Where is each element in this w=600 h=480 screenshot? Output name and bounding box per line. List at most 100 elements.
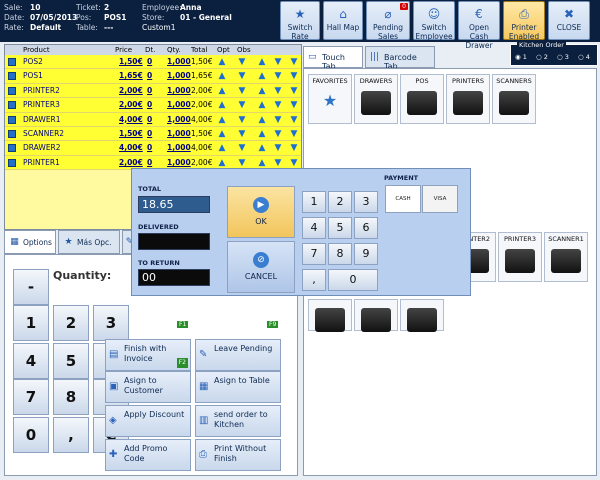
row-down-arrow-icon[interactable]: ▼ — [237, 100, 247, 110]
category-button[interactable]: SCANNERS — [492, 74, 536, 124]
quantity-key[interactable]: 0 — [13, 417, 49, 453]
action-button[interactable]: ▦ Asign to Table — [195, 371, 281, 403]
ticket-row[interactable]: SCANNER2 1,50€ 0 1,000 1,50€ ▲ ▼ ▲ ▼ ▼ — [5, 126, 301, 142]
row-down-arrow-icon[interactable]: ▼ — [237, 71, 247, 81]
ok-button[interactable]: ▶ OK — [227, 186, 295, 238]
row-select-checkbox[interactable] — [8, 101, 16, 110]
dialog-numpad-key[interactable]: 0 — [328, 269, 378, 291]
ticket-row[interactable]: DRAWER2 4,00€ 0 1,000 4,00€ ▲ ▼ ▲ ▼ ▼ — [5, 141, 301, 156]
row-select-checkbox[interactable] — [8, 72, 16, 81]
action-button[interactable]: ▣ Asign to Customer — [105, 371, 191, 403]
row-discount-link[interactable]: 0 — [147, 57, 152, 66]
row-up-arrow-icon[interactable]: ▲ — [257, 115, 267, 125]
row-up-arrow-icon[interactable]: ▲ — [217, 86, 227, 96]
row-up-arrow-icon[interactable]: ▼ — [289, 71, 299, 81]
row-qty-link[interactable]: 1,000 — [167, 129, 191, 138]
row-qty-link[interactable]: 1,000 — [167, 100, 191, 109]
row-up-arrow-icon[interactable]: ▲ — [257, 129, 267, 139]
action-button[interactable]: ⎙ Print Without Finish — [195, 439, 281, 471]
row-qty-link[interactable]: 1,000 — [167, 143, 191, 152]
row-up-arrow-icon[interactable]: ▲ — [257, 71, 267, 81]
row-select-checkbox[interactable] — [8, 58, 16, 66]
hall-map-button[interactable]: ⌂ Hall Map — [323, 1, 363, 40]
row-up-arrow-icon[interactable]: ▼ — [289, 115, 299, 125]
delivered-field[interactable] — [138, 233, 210, 250]
tab-barcode[interactable]: ||| Barcode Tab — [365, 46, 435, 71]
row-select-checkbox[interactable] — [8, 158, 16, 167]
row-select-checkbox[interactable] — [8, 129, 16, 138]
dialog-numpad-key[interactable]: 9 — [354, 243, 378, 265]
tab-touch[interactable]: ▭ Touch Tab — [303, 46, 363, 71]
row-price-link[interactable]: 1,65€ — [119, 71, 143, 80]
product-button[interactable] — [354, 299, 398, 332]
row-up-arrow-icon[interactable]: ▼ — [289, 86, 299, 96]
row-discount-link[interactable]: 0 — [147, 129, 152, 138]
row-down-arrow-icon[interactable]: ▼ — [237, 143, 247, 153]
row-down-arrow-icon[interactable]: ▼ — [273, 100, 283, 110]
row-down-arrow-icon[interactable]: ▼ — [237, 158, 247, 168]
row-up-arrow-icon[interactable]: ▲ — [257, 86, 267, 96]
row-up-arrow-icon[interactable]: ▲ — [217, 158, 227, 168]
row-down-arrow-icon[interactable]: ▼ — [273, 57, 283, 67]
action-button[interactable]: ✚ Add Promo Code — [105, 439, 191, 471]
row-up-arrow-icon[interactable]: ▲ — [257, 57, 267, 67]
row-down-arrow-icon[interactable]: ▼ — [237, 57, 247, 67]
total-field[interactable]: 18.65 — [138, 196, 210, 213]
dialog-numpad-key[interactable]: 4 — [302, 217, 326, 239]
row-up-arrow-icon[interactable]: ▲ — [217, 115, 227, 125]
quantity-key[interactable]: 7 — [13, 379, 49, 415]
row-down-arrow-icon[interactable]: ▼ — [273, 143, 283, 153]
printer-enabled-button[interactable]: ⎙ Printer Enabled — [503, 1, 545, 41]
row-discount-link[interactable]: 0 — [147, 86, 152, 95]
row-down-arrow-icon[interactable]: ▼ — [273, 158, 283, 168]
action-button[interactable]: ▤ Finish with Invoice F2 — [105, 339, 191, 371]
category-button[interactable]: POS — [400, 74, 444, 124]
dialog-numpad-key[interactable]: , — [302, 269, 326, 291]
action-button[interactable]: ✎ Leave Pending — [195, 339, 281, 371]
row-select-checkbox[interactable] — [8, 144, 16, 153]
product-button[interactable] — [308, 299, 352, 332]
quantity-key[interactable]: 5 — [53, 343, 89, 379]
tab-mas-opciones[interactable]: ★ Más Opc. — [58, 230, 120, 254]
row-up-arrow-icon[interactable]: ▲ — [257, 158, 267, 168]
row-select-checkbox[interactable] — [8, 86, 16, 95]
row-qty-link[interactable]: 1,000 — [167, 86, 191, 95]
ticket-row[interactable]: PRINTER3 2,00€ 0 1,000 2,00€ ▲ ▼ ▲ ▼ ▼ — [5, 98, 301, 113]
pending-sales-button[interactable]: 0 ⌀ Pending Sales — [366, 1, 410, 41]
row-up-arrow-icon[interactable]: ▲ — [217, 129, 227, 139]
row-up-arrow-icon[interactable]: ▲ — [217, 57, 227, 67]
product-button[interactable]: SCANNER1 — [544, 232, 588, 282]
kitchen-order-radio[interactable]: ○ 2 — [536, 53, 548, 61]
dialog-numpad-key[interactable]: 5 — [328, 217, 352, 239]
row-up-arrow-icon[interactable]: ▲ — [217, 143, 227, 153]
row-up-arrow-icon[interactable]: ▲ — [257, 100, 267, 110]
row-down-arrow-icon[interactable]: ▼ — [273, 71, 283, 81]
row-up-arrow-icon[interactable]: ▼ — [289, 143, 299, 153]
product-button[interactable]: PRINTER3 — [498, 232, 542, 282]
row-up-arrow-icon[interactable]: ▼ — [289, 129, 299, 139]
row-qty-link[interactable]: 1,000 — [167, 158, 191, 167]
action-button[interactable]: ◈ Apply Discount — [105, 405, 191, 437]
dialog-numpad-key[interactable]: 2 — [328, 191, 352, 213]
quantity-key[interactable]: 2 — [53, 305, 89, 341]
row-price-link[interactable]: 1,50€ — [119, 57, 143, 66]
row-discount-link[interactable]: 0 — [147, 158, 152, 167]
quantity-key[interactable]: 1 — [13, 305, 49, 341]
row-price-link[interactable]: 4,00€ — [119, 143, 143, 152]
cancel-button[interactable]: ⊘ CANCEL — [227, 241, 295, 293]
cash-button[interactable]: CASH — [385, 185, 421, 213]
close-button[interactable]: ✖ CLOSE — [548, 1, 590, 40]
tab-options[interactable]: ▦ Options — [4, 230, 56, 254]
row-price-link[interactable]: 4,00€ — [119, 115, 143, 124]
ticket-row[interactable]: POS1 1,65€ 0 1,000 1,65€ ▲ ▼ ▲ ▼ ▼ — [5, 69, 301, 84]
row-up-arrow-icon[interactable]: ▲ — [257, 143, 267, 153]
ticket-row[interactable]: DRAWER1 4,00€ 0 1,000 4,00€ ▲ ▼ ▲ ▼ ▼ — [5, 112, 301, 127]
row-up-arrow-icon[interactable]: ▼ — [289, 100, 299, 110]
row-down-arrow-icon[interactable]: ▼ — [273, 115, 283, 125]
quantity-key[interactable]: 4 — [13, 343, 49, 379]
category-button[interactable]: DRAWERS — [354, 74, 398, 124]
row-down-arrow-icon[interactable]: ▼ — [273, 129, 283, 139]
action-button[interactable]: ▥ send order to Kitchen — [195, 405, 281, 437]
switch-employee-button[interactable]: ☺ Switch Employee — [413, 1, 455, 41]
visa-button[interactable]: VISA — [422, 185, 458, 213]
